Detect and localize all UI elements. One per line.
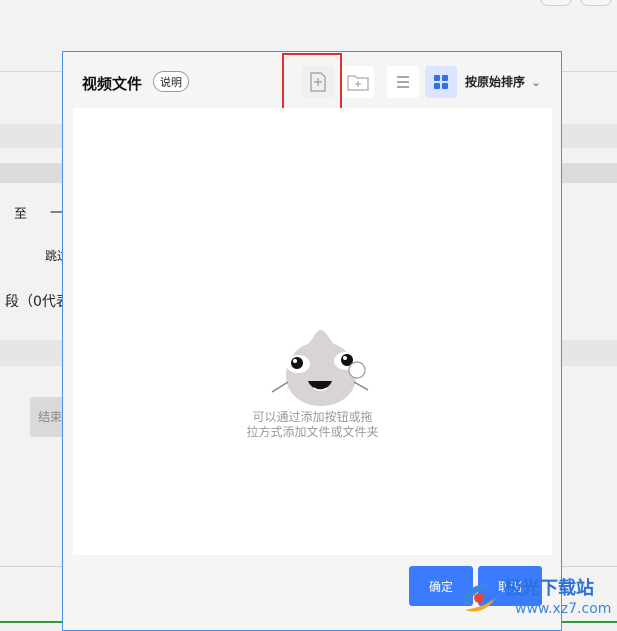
watermark-url: www.xz7.com [515, 601, 612, 617]
watermark-logo-icon [461, 584, 495, 612]
hint-line-1: 可以通过添加按钮或拖 [252, 410, 373, 424]
sort-label: 按原始排序 [465, 75, 526, 89]
grid-view-button[interactable] [425, 66, 457, 98]
empty-state-mascot-icon [271, 330, 369, 406]
window-control-button[interactable] [540, 0, 572, 6]
help-button[interactable]: 说明 [153, 71, 189, 92]
file-drop-area[interactable]: 可以通过添加按钮或拖 拉方式添加文件或文件夹 [73, 108, 552, 555]
list-view-button[interactable] [387, 66, 419, 98]
to-label: 至 [14, 207, 28, 222]
chevron-down-icon: ⌄ [531, 75, 542, 89]
window-control-button[interactable] [580, 0, 612, 6]
video-files-dialog: 视频文件 说明 按原始排序 ⌄ 可以通过添加按钮或拖 拉方式添加文件或文件夹 确… [62, 51, 562, 631]
empty-state-hint: 可以通过添加按钮或拖 拉方式添加文件或文件夹 [73, 410, 552, 440]
add-folder-button[interactable] [342, 66, 374, 98]
grid-view-icon [434, 75, 448, 89]
add-file-icon [310, 72, 326, 92]
list-view-icon [397, 76, 409, 88]
add-file-button[interactable] [302, 66, 334, 98]
watermark: 极光下载站 www.xz7.com [455, 570, 615, 622]
sort-dropdown[interactable]: 按原始排序 ⌄ [465, 73, 541, 90]
dialog-header: 视频文件 说明 按原始排序 ⌄ [63, 52, 561, 110]
hint-line-2: 拉方式添加文件或文件夹 [246, 425, 379, 439]
watermark-text: 极光下载站 [504, 578, 594, 599]
add-folder-icon [347, 75, 369, 91]
segment-label: 段（0代表 [5, 294, 70, 310]
dialog-title: 视频文件 [82, 75, 143, 93]
